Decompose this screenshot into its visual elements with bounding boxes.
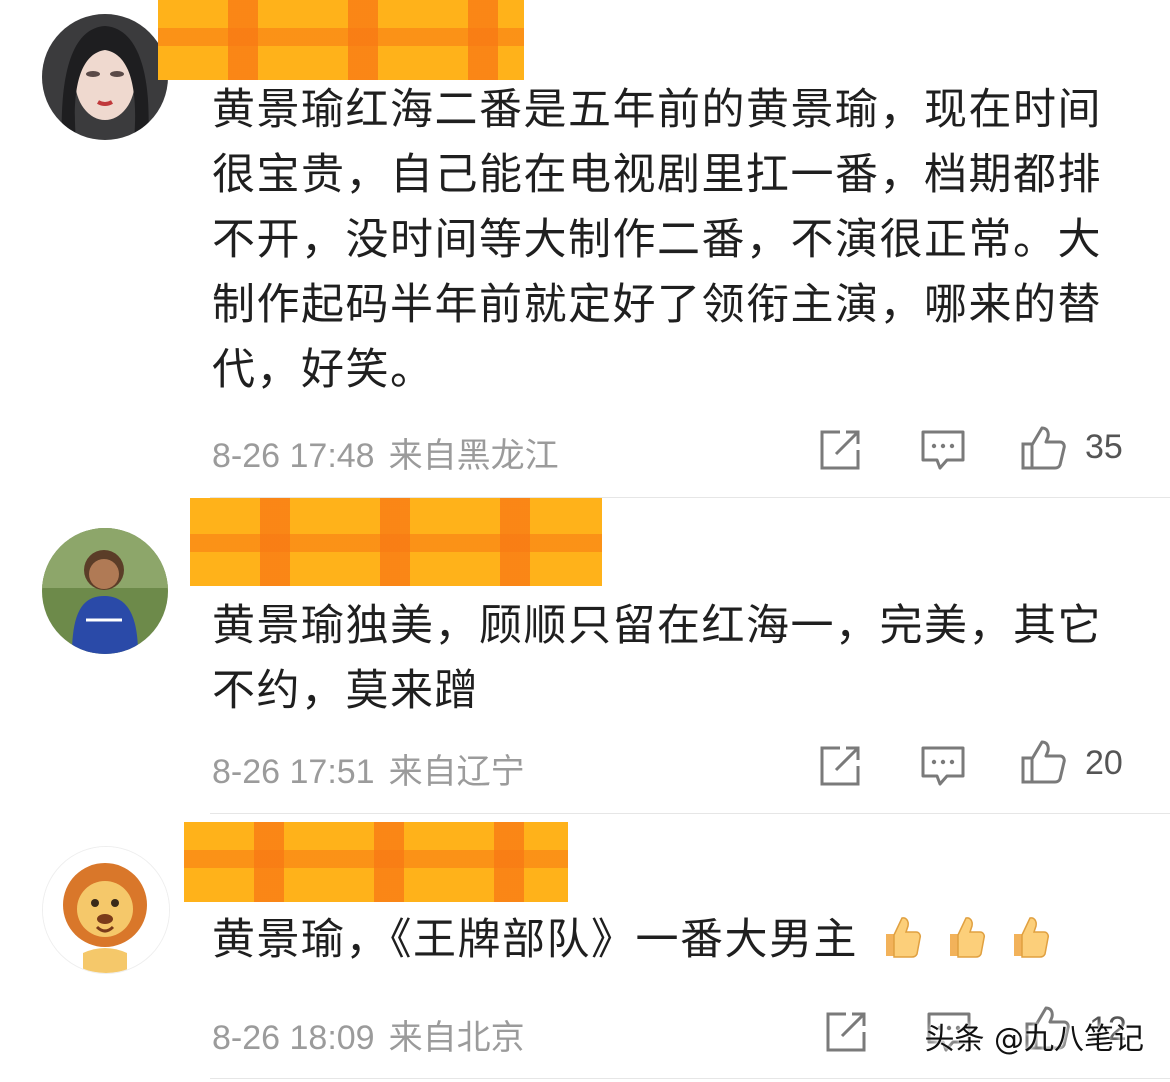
- comment-time: 8-26 17:51: [212, 753, 375, 791]
- comment-item: 黄景瑜独美，顾顺只留在红海一，完美，其它不约，莫来蹭 8-26 17:51 来自辽…: [0, 498, 1170, 814]
- comment-text: 黄景瑜，《王牌部队》一番大男主: [212, 908, 1132, 973]
- comment-time: 8-26 18:09: [212, 1019, 375, 1057]
- comment-text-content: 黄景瑜，《王牌部队》一番大男主: [212, 915, 858, 965]
- comment-location: 来自北京: [388, 1019, 525, 1057]
- avatar[interactable]: [42, 846, 170, 974]
- share-icon[interactable]: [818, 742, 864, 788]
- like-count: 35: [1085, 428, 1123, 466]
- comment-text: 黄景瑜红海二番是五年前的黄景瑜，现在时间很宝贵，自己能在电视剧里扛一番，档期都排…: [212, 85, 1102, 395]
- watermark: 头条 @九八笔记: [924, 1022, 1144, 1057]
- like-count: 20: [1085, 744, 1123, 782]
- comment-location: 来自辽宁: [388, 753, 525, 791]
- thumbs-up-icon[interactable]: [1020, 424, 1066, 470]
- thumbs-up-emoji: [880, 914, 922, 960]
- divider: [210, 1078, 1170, 1079]
- redacted-username: [184, 822, 568, 902]
- comment-time: 8-26 17:48: [212, 437, 375, 475]
- thumbs-up-emoji: [1008, 914, 1050, 960]
- share-icon[interactable]: [818, 426, 864, 472]
- comment-text: 黄景瑜独美，顾顺只留在红海一，完美，其它不约，莫来蹭: [212, 601, 1102, 716]
- comment-meta: 8-26 17:48 来自黑龙江: [212, 428, 559, 477]
- comment-meta: 8-26 18:09 来自北京: [212, 1010, 525, 1059]
- comment-location: 来自黑龙江: [388, 437, 559, 475]
- comment-item: 黄景瑜红海二番是五年前的黄景瑜，现在时间很宝贵，自己能在电视剧里扛一番，档期都排…: [0, 0, 1170, 498]
- thumbs-up-icon[interactable]: [1020, 738, 1066, 784]
- thumbs-up-emoji: [944, 914, 986, 960]
- redacted-username: [190, 498, 602, 586]
- avatar[interactable]: [42, 528, 168, 654]
- comment-meta: 8-26 17:51 来自辽宁: [212, 744, 525, 793]
- avatar[interactable]: [42, 14, 168, 140]
- share-icon[interactable]: [824, 1008, 870, 1054]
- comment-icon[interactable]: [920, 742, 966, 788]
- comment-icon[interactable]: [920, 426, 966, 472]
- redacted-username: [158, 0, 524, 80]
